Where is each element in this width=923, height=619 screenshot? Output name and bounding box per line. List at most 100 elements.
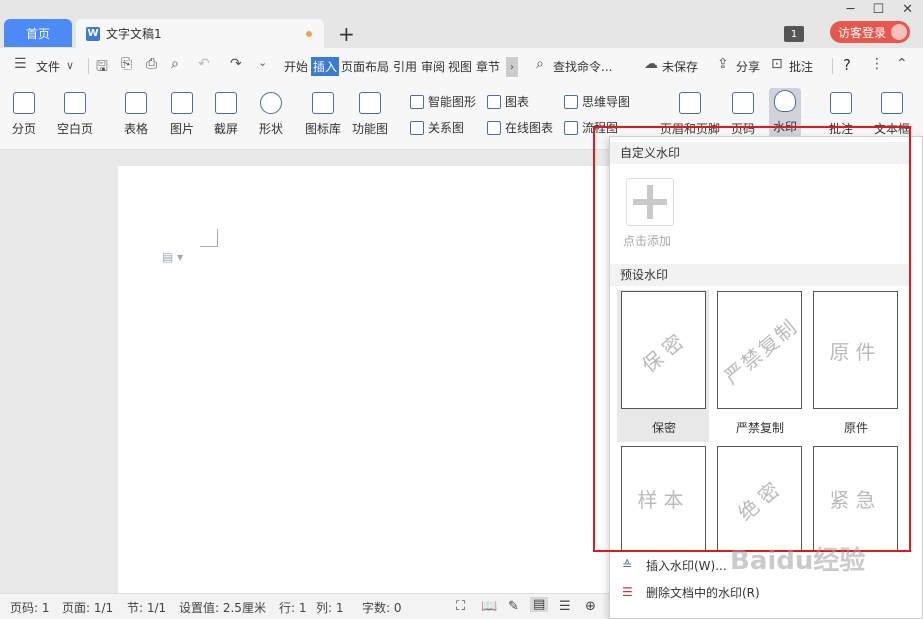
command-search[interactable]: 查找命令... (553, 58, 612, 75)
web-view-icon[interactable]: ⊕ (585, 599, 596, 614)
outline-view-icon[interactable]: ☰ (559, 599, 571, 614)
add-custom-watermark-label[interactable]: 点击添加 (623, 232, 671, 249)
plus-icon (633, 185, 667, 219)
menu-view[interactable]: 视图 (448, 58, 472, 75)
tab-document[interactable]: W 文字文稿1 (76, 19, 324, 48)
flowchart-label: 流程图 (582, 121, 619, 135)
preset-watermark-no-copy[interactable]: 严禁复制 (717, 291, 802, 409)
textbox-button[interactable]: 文本框 (874, 92, 910, 137)
picture-button[interactable]: 图片 (170, 92, 194, 137)
quick-access-more-icon[interactable]: ⌄ (258, 56, 267, 69)
unsaved-status[interactable]: 未保存 (662, 58, 698, 75)
pen-icon[interactable]: ✎ (508, 599, 519, 614)
export-icon[interactable]: ⎘ (121, 56, 132, 72)
preset-watermark-original[interactable]: 原件 (813, 291, 898, 409)
header-footer-button[interactable]: 页眉和页脚 (660, 92, 720, 137)
more-vertical-icon[interactable]: ⋮ (870, 56, 884, 72)
relation-graph-button[interactable]: 关系图 (410, 119, 464, 136)
status-setting[interactable]: 设置值: 2.5厘米 (179, 599, 266, 616)
page-number-button[interactable]: 页码 (731, 92, 755, 137)
flowchart-button[interactable]: 流程图 (564, 119, 618, 136)
save-icon[interactable]: 🖫 (96, 56, 108, 80)
menu-chapter[interactable]: 章节 (476, 58, 500, 75)
header-footer-icon (679, 92, 701, 114)
status-section[interactable]: 节: 1/1 (127, 599, 166, 616)
mind-map-button[interactable]: 思维导图 (564, 93, 630, 110)
window-controls: ─ ☐ ✕ (847, 2, 913, 17)
flowchart-icon (564, 120, 578, 135)
preset-watermark-top-secret[interactable]: 绝密 (717, 446, 802, 550)
textbox-icon (881, 92, 903, 114)
tab-bar: 首页 W 文字文稿1 + ─ ☐ ✕ 1 访客登录 (0, 0, 923, 48)
page-break-button[interactable]: 分页 (12, 92, 36, 137)
undo-icon[interactable]: ↶ (198, 56, 210, 72)
tab-home[interactable]: 首页 (4, 19, 72, 47)
mind-map-icon (564, 94, 578, 109)
guest-login-button[interactable]: 访客登录 (830, 21, 910, 43)
share-icon: ⇪ (717, 56, 729, 72)
hamburger-icon[interactable]: ☰ (14, 56, 27, 72)
menu-review[interactable]: 审阅 (421, 58, 445, 75)
word-doc-icon: W (86, 26, 100, 41)
shape-button[interactable]: 形状 (259, 92, 283, 137)
redo-icon[interactable]: ↷ (230, 56, 242, 72)
search-icon[interactable]: ⌕ (536, 56, 544, 72)
icon-library-button[interactable]: 图标库 (305, 92, 341, 137)
paragraph-options-icon[interactable]: ▤ ▾ (162, 250, 183, 264)
preview-icon[interactable]: ⌕ (171, 56, 179, 72)
fullscreen-icon[interactable]: ⛶ (456, 599, 465, 614)
avatar-icon (891, 24, 907, 40)
blank-page-button[interactable]: 空白页 (57, 92, 93, 137)
chart-button[interactable]: 图表 (487, 93, 529, 110)
menu-file[interactable]: 文件 (36, 58, 60, 75)
preset-watermark-secret[interactable]: 保密 (621, 291, 706, 409)
comment-button[interactable]: 批注 (789, 58, 813, 75)
smart-graphic-button[interactable]: 智能图形 (410, 93, 476, 110)
collapse-ribbon-icon[interactable]: ⌃ (896, 56, 908, 72)
page-break-label: 分页 (12, 122, 37, 136)
menu-scroll-right-icon[interactable]: › (506, 57, 518, 77)
read-mode-icon[interactable]: 📖 (481, 599, 497, 614)
status-row[interactable]: 行: 1 (279, 599, 307, 616)
menu-page-layout[interactable]: 页面布局 (341, 58, 389, 75)
preset-watermark-sample[interactable]: 样本 (621, 446, 706, 550)
preset-watermark-urgent[interactable]: 紧急 (813, 446, 898, 550)
screenshot-button[interactable]: 截屏 (214, 92, 238, 137)
menu-bar: ☰ 文件 ∨ 🖫 ⎘ ⎙ ⌕ ↶ ↷ ⌄ 开始 插入 页面布局 引用 审阅 视图… (0, 48, 923, 84)
delete-watermark-item[interactable]: ☰ 删除文档中的水印(R) (610, 580, 923, 604)
delete-watermark-icon: ☰ (622, 585, 633, 599)
status-words[interactable]: 字数: 0 (362, 599, 402, 616)
status-page[interactable]: 页码: 1 (10, 599, 50, 616)
page-view-icon[interactable]: ▤ (530, 597, 549, 612)
preset-watermark-label: 保密 (651, 421, 676, 435)
relation-graph-label: 关系图 (428, 121, 465, 135)
online-chart-button[interactable]: 在线图表 (487, 119, 553, 136)
menu-reference[interactable]: 引用 (393, 58, 417, 75)
document-page[interactable] (118, 166, 618, 593)
menu-start[interactable]: 开始 (284, 58, 308, 75)
bar-chart-icon (487, 94, 501, 109)
status-col[interactable]: 列: 1 (316, 599, 344, 616)
window-count-badge[interactable]: 1 (784, 26, 804, 42)
new-tab-icon[interactable]: + (338, 22, 355, 46)
preset-watermark-preview: 严禁复制 (719, 313, 802, 389)
watermark-button[interactable]: 水印 (769, 88, 802, 137)
chevron-down-icon[interactable]: ∨ (66, 59, 74, 72)
add-custom-watermark-button[interactable] (626, 178, 674, 226)
maximize-icon[interactable]: ☐ (872, 2, 884, 17)
share-button[interactable]: 分享 (736, 58, 760, 75)
online-chart-label: 在线图表 (505, 121, 554, 135)
close-icon[interactable]: ✕ (902, 2, 913, 17)
print-icon[interactable]: ⎙ (146, 56, 157, 72)
minimize-icon[interactable]: ─ (847, 2, 855, 17)
help-button[interactable]: ? (843, 56, 851, 74)
comment-icon: ⊡ (771, 56, 783, 72)
annotate-button[interactable]: 批注 (829, 92, 853, 137)
function-chart-button[interactable]: 功能图 (352, 92, 388, 137)
blank-page-icon (64, 92, 86, 114)
status-pages[interactable]: 页面: 1/1 (62, 599, 113, 616)
table-button[interactable]: 表格 (124, 92, 148, 137)
page-break-icon (13, 92, 35, 114)
menu-insert[interactable]: 插入 (311, 57, 340, 76)
annotate-label: 批注 (829, 122, 854, 136)
